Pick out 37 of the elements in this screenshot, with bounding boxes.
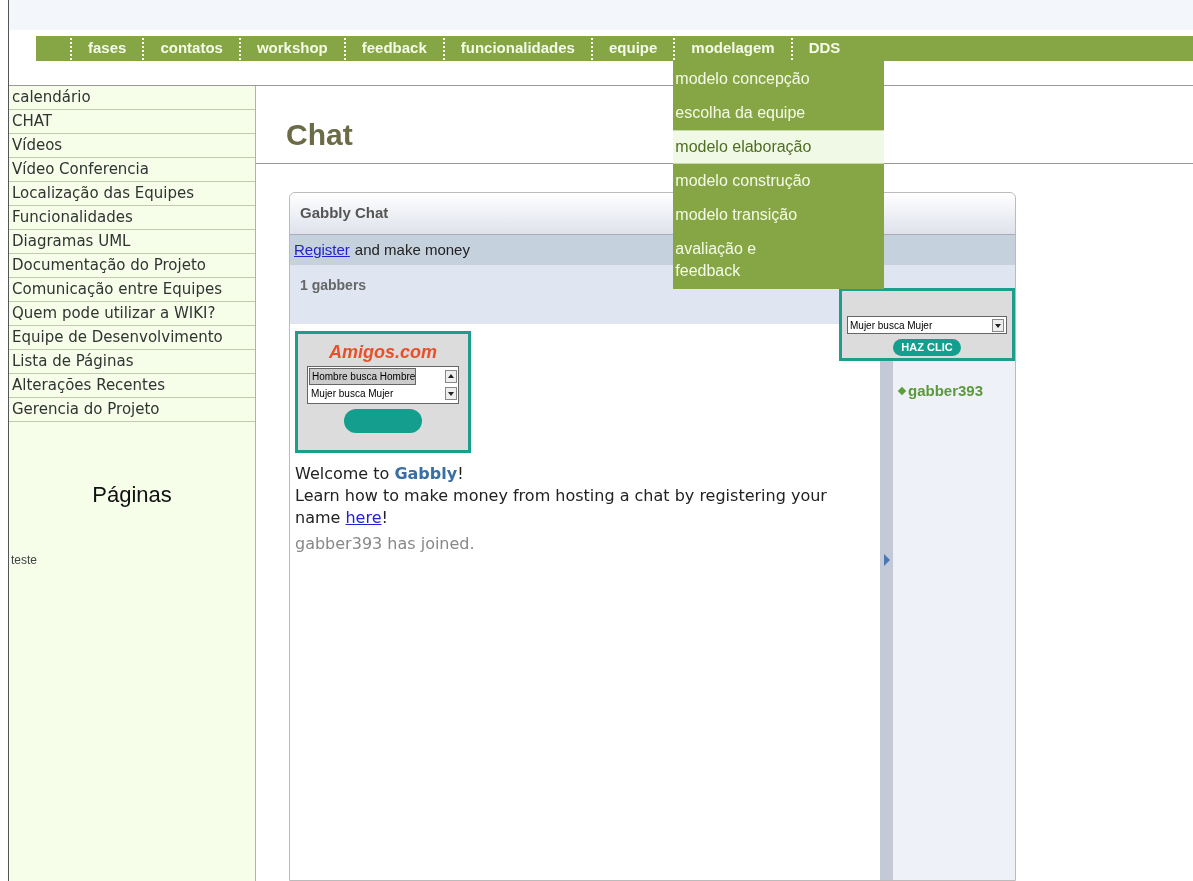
- ad-option[interactable]: Hombre busca Hombre: [309, 368, 417, 385]
- sidebar-heading: Páginas: [92, 481, 172, 509]
- ad-listbox[interactable]: Hombre busca Hombre Mujer busca Mujer: [307, 366, 459, 404]
- sidebar-item[interactable]: Alterações Recentes: [12, 376, 252, 395]
- status-icon: [897, 387, 907, 396]
- join-message: gabber393 has joined.: [295, 533, 476, 555]
- page-link[interactable]: teste: [9, 551, 39, 569]
- scroll-down-icon[interactable]: [445, 387, 457, 400]
- sidebar-item[interactable]: Documentação do Projeto: [12, 256, 252, 275]
- scroll-down-icon[interactable]: [992, 318, 1004, 332]
- sidebar-item[interactable]: Equipe de Desenvolvimento: [12, 328, 252, 347]
- user-count: 1 gabbers: [300, 276, 367, 295]
- sidebar-item[interactable]: Vídeos: [12, 136, 252, 155]
- ad-option[interactable]: Mujer busca Mujer: [850, 317, 933, 333]
- page-title: Chat: [286, 117, 353, 153]
- here-link[interactable]: here: [345, 508, 382, 527]
- chat-message: Learn how to make money from hosting a chat by registering your name here!: [295, 485, 828, 529]
- sidebar-item[interactable]: Comunicação entre Equipes: [12, 280, 252, 299]
- sidebar-item[interactable]: Lista de Páginas: [12, 352, 252, 371]
- sidebar-item[interactable]: Localização das Equipes: [12, 184, 252, 203]
- chat-title: Gabbly Chat: [300, 203, 389, 224]
- expand-arrow-icon[interactable]: [883, 554, 890, 566]
- register-text: and make money: [354, 239, 470, 260]
- scroll-up-icon[interactable]: [445, 370, 457, 383]
- ad-listbox[interactable]: Mujer busca Mujer: [847, 316, 1007, 334]
- menu-item[interactable]: modelo elaboração: [673, 130, 885, 164]
- register-link[interactable]: Register: [294, 238, 350, 262]
- sidebar-item[interactable]: calendário: [12, 88, 252, 107]
- ad-logo: Amigos.com: [329, 342, 437, 362]
- welcome-message: Welcome to Gabbly!: [295, 463, 465, 485]
- sidebar-item[interactable]: Funcionalidades: [12, 208, 252, 227]
- sidebar-item[interactable]: Diagramas UML: [12, 232, 252, 251]
- sidebar-item[interactable]: Vídeo Conferencia: [12, 160, 252, 179]
- ad-option[interactable]: Mujer busca Mujer: [309, 386, 394, 401]
- sidebar-item[interactable]: Gerencia do Projeto: [12, 400, 252, 419]
- sidebar-item[interactable]: CHAT: [12, 112, 252, 131]
- sidebar-item[interactable]: Quem pode utilizar a WIKI?: [12, 304, 252, 323]
